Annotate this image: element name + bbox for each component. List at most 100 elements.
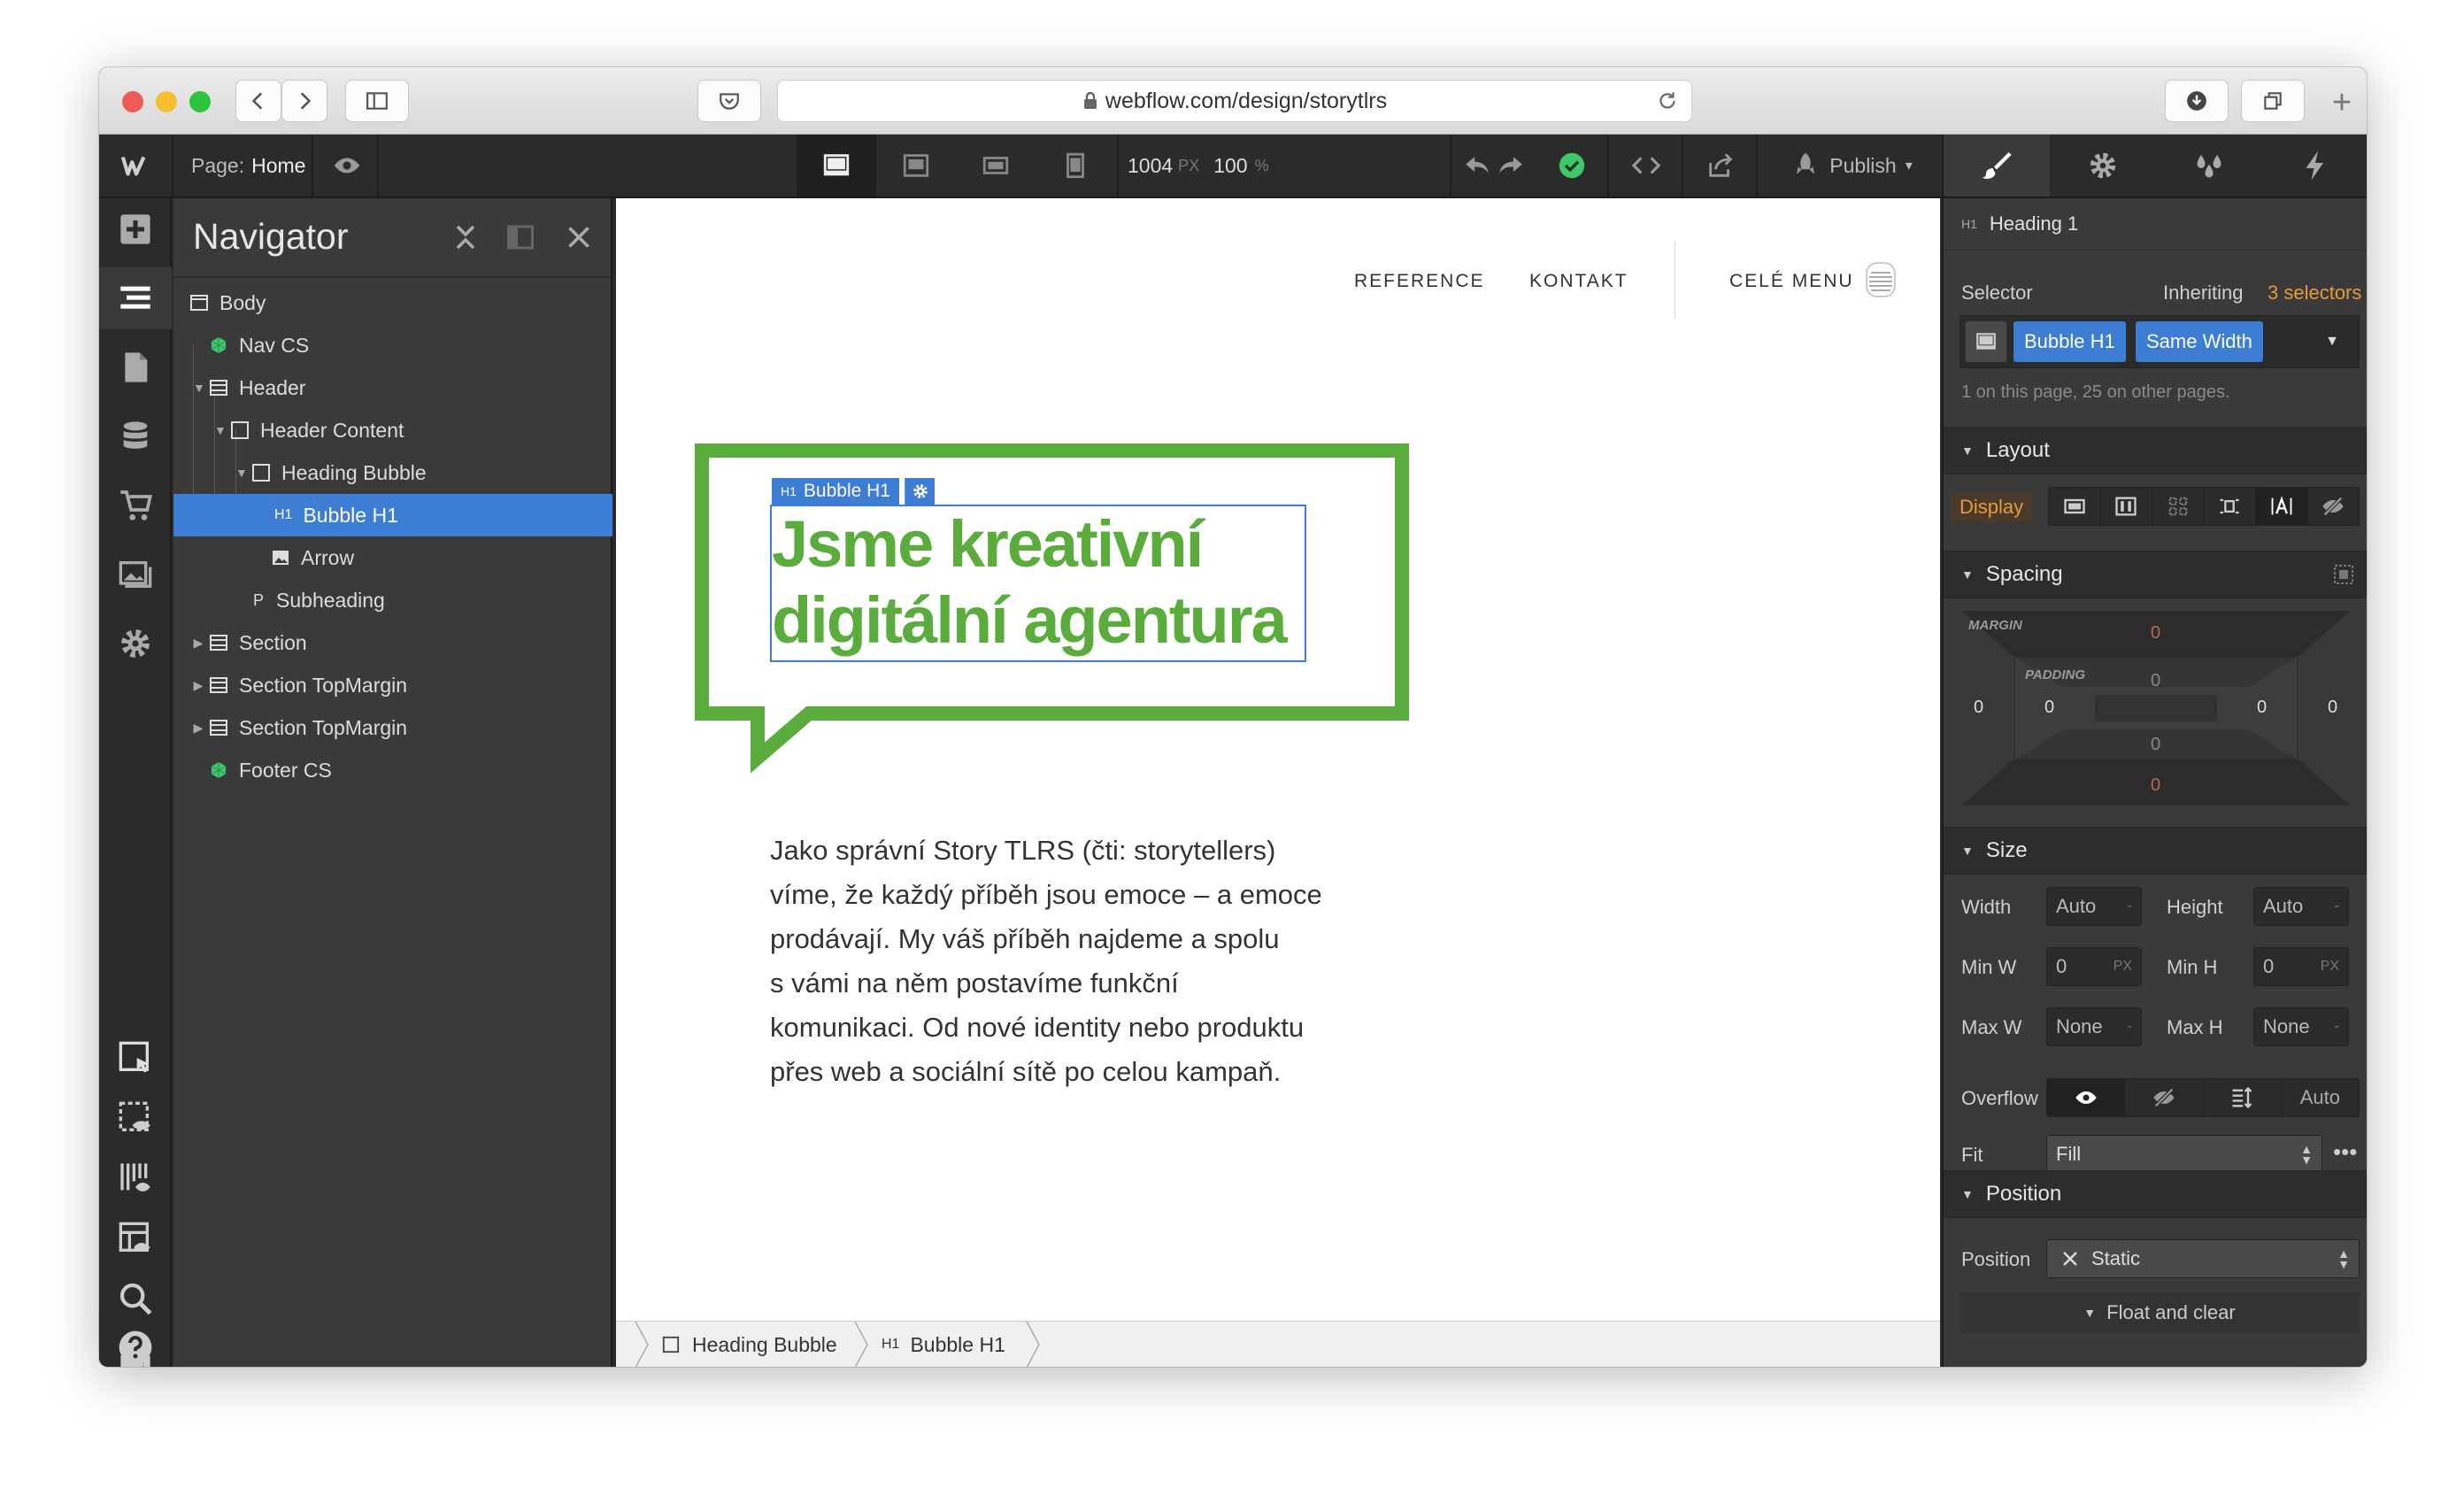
- bubble-h1-heading[interactable]: Jsme kreativní digitální agentura: [770, 505, 1306, 662]
- spacing-toggle-icon[interactable]: [2333, 564, 2354, 585]
- height-input[interactable]: Auto -: [2253, 887, 2349, 926]
- section-header-spacing[interactable]: ▼ Spacing: [1944, 551, 2367, 598]
- sidebar-toggle-button[interactable]: [345, 80, 409, 122]
- dock-panel-icon[interactable]: [504, 221, 536, 253]
- nav-item-heading-bubble[interactable]: ▼ Heading Bubble: [173, 451, 612, 494]
- nav-item-footer-cs[interactable]: Footer CS: [173, 749, 612, 791]
- expand-arrow-icon[interactable]: ▼: [193, 381, 205, 395]
- margin-left-value[interactable]: 0: [1974, 698, 1983, 718]
- tabs-overview-button[interactable]: [2241, 80, 2305, 122]
- breakpoint-mobile-landscape-button[interactable]: [956, 135, 1036, 197]
- navigator-panel-button[interactable]: [99, 267, 172, 329]
- preview-layout-button[interactable]: [99, 1207, 172, 1269]
- selector-chip-same-width[interactable]: Same Width: [2136, 321, 2263, 362]
- tab-style-manager[interactable]: [2156, 135, 2262, 197]
- breadcrumb-bubble-h1[interactable]: H1 Bubble H1: [882, 1322, 1005, 1367]
- section-header-position[interactable]: ▼ Position: [1944, 1170, 2367, 1218]
- collapse-all-icon[interactable]: [450, 221, 481, 253]
- breakpoint-mobile-portrait-button[interactable]: [1036, 135, 1115, 197]
- overflow-scroll-button[interactable]: [2204, 1079, 2282, 1116]
- design-canvas[interactable]: REFERENCE KONTAKT CELÉ MENU H1 Bubble H1…: [616, 198, 1940, 1321]
- reload-icon[interactable]: [1656, 89, 1679, 112]
- publish-button[interactable]: Publish ▾: [1763, 135, 1940, 197]
- overflow-hidden-button[interactable]: [2125, 1079, 2204, 1116]
- share-button[interactable]: [1687, 135, 1754, 197]
- back-button[interactable]: [235, 80, 281, 122]
- cms-panel-button[interactable]: [99, 405, 172, 467]
- save-status-indicator[interactable]: [1538, 135, 1605, 197]
- nav-item-header-content[interactable]: ▼ Header Content: [173, 409, 612, 451]
- tab-style[interactable]: [1944, 135, 2050, 197]
- section-header-size[interactable]: ▼ Size: [1944, 827, 2367, 875]
- nav-item-arrow[interactable]: Arrow: [173, 536, 612, 579]
- new-tab-button[interactable]: +: [2322, 83, 2361, 122]
- maximize-window-button[interactable]: [189, 91, 211, 112]
- add-panel-button[interactable]: [99, 198, 172, 260]
- pocket-button[interactable]: [697, 80, 761, 122]
- code-export-button[interactable]: [1613, 135, 1680, 197]
- nav-link-reference[interactable]: REFERENCE: [1354, 271, 1485, 292]
- padding-top-value[interactable]: 0: [2151, 671, 2160, 691]
- nav-item-header[interactable]: ▼ Header: [173, 366, 612, 409]
- display-flex-button[interactable]: [2101, 488, 2152, 525]
- help-button[interactable]: [99, 1328, 172, 1367]
- pages-panel-button[interactable]: [99, 336, 172, 398]
- ecommerce-panel-button[interactable]: [99, 474, 172, 536]
- selector-chip-bubble-h1[interactable]: Bubble H1: [2014, 321, 2126, 362]
- downloads-button[interactable]: [2165, 80, 2229, 122]
- breadcrumb-heading-bubble[interactable]: Heading Bubble: [662, 1322, 837, 1367]
- margin-bottom-value[interactable]: 0: [2151, 775, 2160, 796]
- nav-item-section[interactable]: ▶ Section: [173, 621, 612, 664]
- min-height-input[interactable]: 0 PX: [2253, 947, 2349, 986]
- nav-item-section-topmargin[interactable]: ▶ Section TopMargin: [173, 664, 612, 706]
- hamburger-menu-icon[interactable]: [1866, 262, 1896, 297]
- padding-left-value[interactable]: 0: [2044, 698, 2054, 718]
- display-inline-button[interactable]: [2256, 488, 2308, 525]
- collapse-arrow-icon[interactable]: ▶: [193, 678, 204, 693]
- selected-element-label[interactable]: H1 Bubble H1: [772, 478, 899, 505]
- close-icon[interactable]: [563, 221, 595, 253]
- preview-button[interactable]: [317, 135, 377, 197]
- x-ray-mode-button[interactable]: [99, 1147, 172, 1209]
- select-tool-button[interactable]: [99, 1027, 172, 1089]
- overflow-auto-button[interactable]: Auto: [2282, 1079, 2359, 1116]
- nav-item-nav-cs[interactable]: Nav CS: [173, 324, 612, 366]
- full-menu-label[interactable]: CELÉ MENU: [1729, 271, 1854, 292]
- selector-dropdown-button[interactable]: ▼: [2313, 321, 2352, 362]
- selector-field[interactable]: Bubble H1 Same Width ▼: [1960, 315, 2360, 368]
- nav-link-kontakt[interactable]: KONTAKT: [1529, 271, 1629, 292]
- display-inline-block-button[interactable]: [2205, 488, 2256, 525]
- position-select[interactable]: Static ▲ ▼: [2046, 1239, 2360, 1278]
- display-label[interactable]: Display: [1951, 492, 2033, 522]
- section-header-layout[interactable]: ▼ Layout: [1944, 427, 2367, 474]
- breakpoint-tablet-landscape-button[interactable]: [876, 135, 956, 197]
- margin-right-value[interactable]: 0: [2328, 698, 2337, 718]
- show-element-edges-button[interactable]: [99, 1087, 172, 1149]
- max-width-input[interactable]: None -: [2046, 1007, 2142, 1046]
- float-and-clear-toggle[interactable]: ▼ Float and clear: [1960, 1292, 2360, 1333]
- overflow-visible-button[interactable]: [2047, 1079, 2126, 1116]
- settings-panel-button[interactable]: [99, 613, 172, 675]
- search-button[interactable]: [99, 1268, 172, 1330]
- collapse-arrow-icon[interactable]: ▶: [193, 636, 204, 651]
- breakpoint-desktop-button[interactable]: [797, 135, 876, 197]
- page-selector[interactable]: Page: Home: [179, 135, 312, 197]
- fit-select[interactable]: Fill ▲ ▼: [2046, 1135, 2322, 1174]
- nav-item-body[interactable]: Body: [173, 281, 612, 324]
- minimize-window-button[interactable]: [156, 91, 177, 112]
- subheading-paragraph[interactable]: Jako správní Story TLRS (čti: storytelle…: [770, 829, 1322, 1094]
- display-block-button[interactable]: [2049, 488, 2101, 525]
- tab-interactions[interactable]: [2262, 135, 2367, 197]
- collapse-arrow-icon[interactable]: ▶: [193, 721, 204, 736]
- element-settings-button[interactable]: [905, 478, 935, 505]
- margin-top-value[interactable]: 0: [2151, 623, 2160, 644]
- inheriting-selectors-link[interactable]: 3 selectors: [2268, 281, 2361, 305]
- nav-item-subheading[interactable]: P Subheading: [173, 579, 612, 621]
- more-options-icon[interactable]: •••: [2333, 1138, 2357, 1166]
- padding-bottom-value[interactable]: 0: [2151, 735, 2160, 755]
- webflow-logo[interactable]: [99, 135, 172, 197]
- assets-panel-button[interactable]: [99, 544, 172, 605]
- tab-settings[interactable]: [2050, 135, 2156, 197]
- nav-item-bubble-h1[interactable]: H1 Bubble H1: [173, 494, 612, 536]
- display-grid-button[interactable]: [2152, 488, 2205, 525]
